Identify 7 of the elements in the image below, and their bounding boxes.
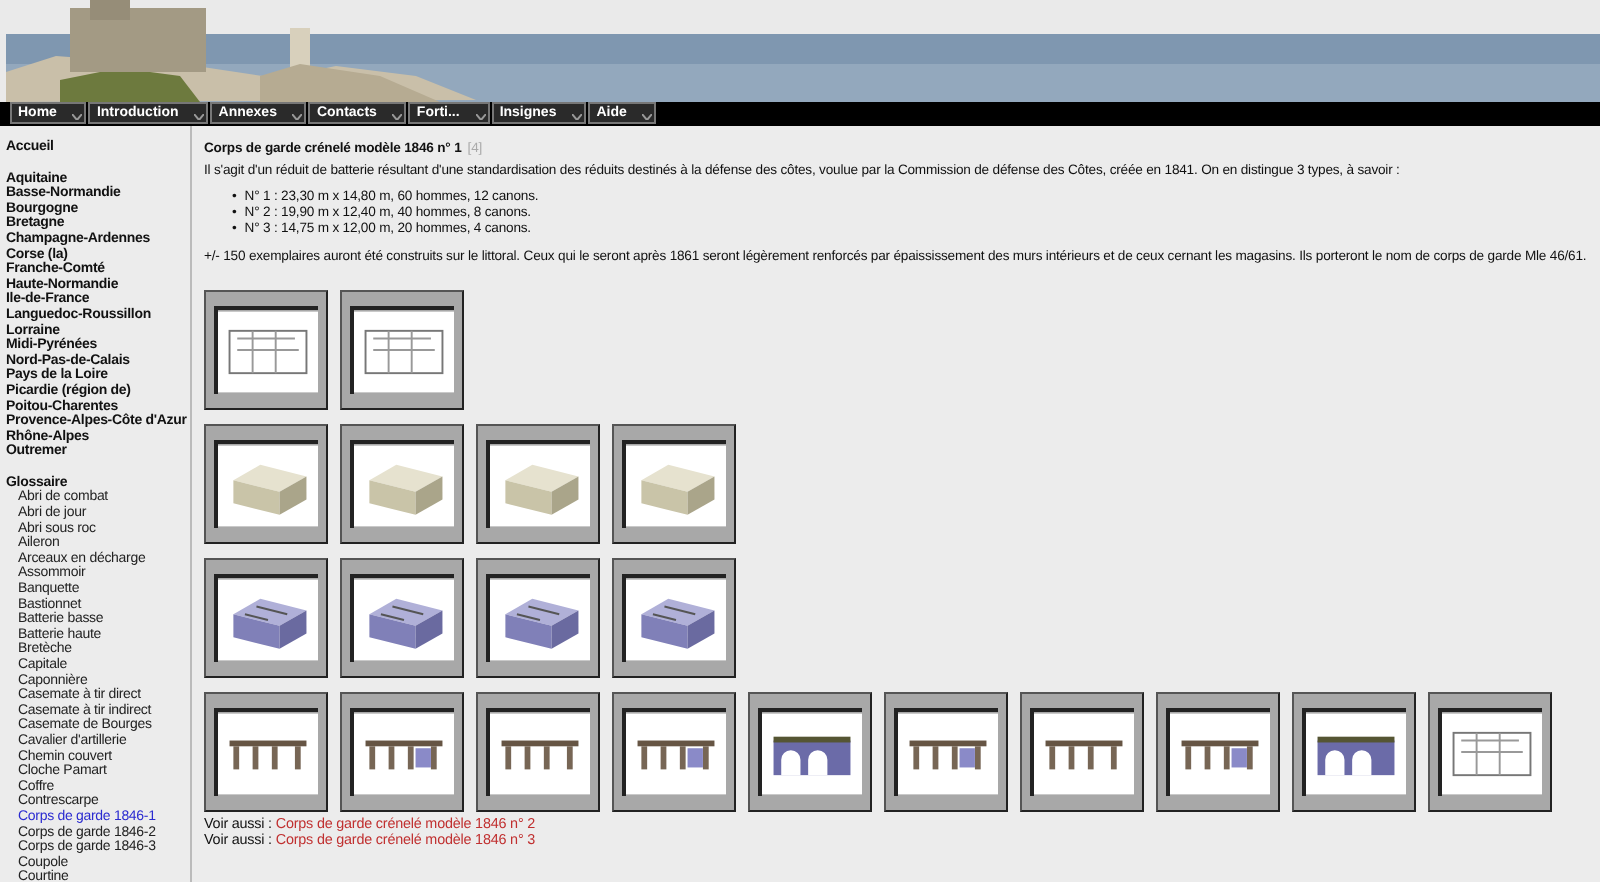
caret-icon — [72, 114, 83, 120]
caret-icon — [475, 114, 486, 120]
caret-icon — [642, 114, 653, 120]
caret-icon — [194, 114, 205, 120]
caret-icon — [392, 114, 403, 120]
caret-icon — [572, 114, 583, 120]
caret-icon — [292, 114, 303, 120]
